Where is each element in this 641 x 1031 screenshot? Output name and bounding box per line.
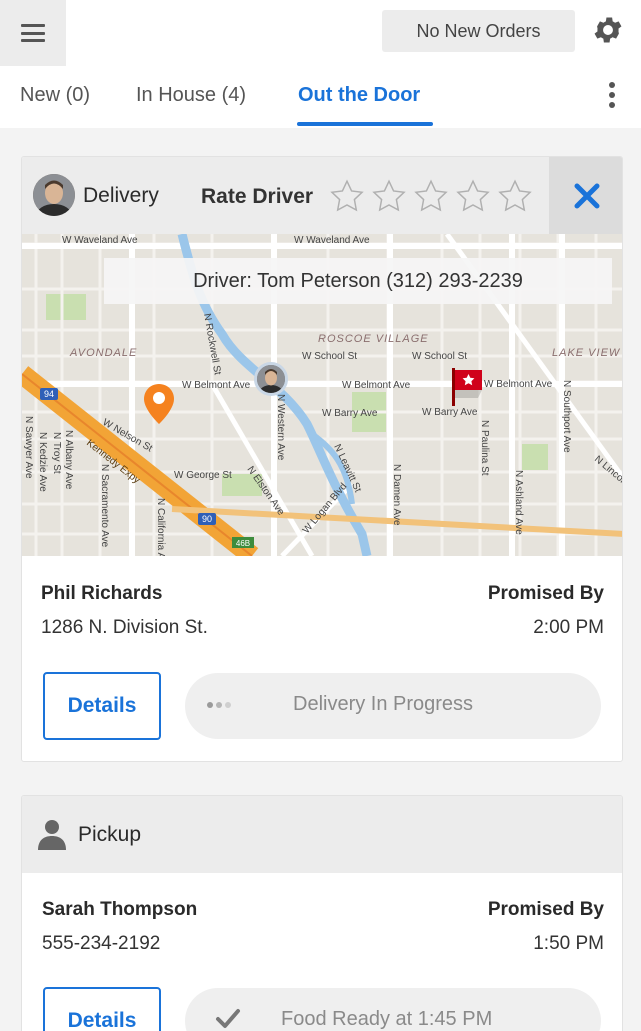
order-tabs: New (0) In House (4) Out the Door (0, 66, 641, 128)
delivery-card-header: Delivery Rate Driver (22, 157, 622, 234)
map-label-southport: N Southport Ave (561, 380, 572, 453)
tab-out-the-door[interactable]: Out the Door (298, 84, 420, 107)
pickup-status-pill: Food Ready at 1:45 PM (185, 988, 601, 1031)
progress-dots-icon (207, 702, 237, 710)
delivery-order-card: Delivery Rate Driver 94 90 46B W Wavelan… (21, 156, 623, 762)
map-label-avondale: AVONDALE (69, 347, 137, 359)
map-label-sawyer: N Sawyer Ave (23, 416, 34, 479)
map-label-waveland-west: W Waveland Ave (62, 235, 138, 246)
close-button[interactable] (549, 157, 622, 234)
map-label-roscoe-village: ROSCOE VILLAGE (318, 333, 429, 345)
restaurant-pin-icon[interactable] (142, 382, 176, 426)
order-type-label: Delivery (83, 184, 159, 207)
map-label-belmont-3: W Belmont Ave (484, 379, 553, 390)
delivery-map[interactable]: 94 90 46B W Waveland Ave W Waveland Ave … (22, 234, 622, 556)
driver-location-marker[interactable] (254, 362, 288, 396)
menu-button[interactable] (0, 0, 66, 66)
gear-icon[interactable] (591, 13, 625, 47)
delivery-status-text: Delivery In Progress (293, 693, 474, 715)
map-label-belmont-2: W Belmont Ave (342, 380, 411, 391)
star-icon[interactable] (452, 177, 494, 215)
pickup-order-card: Pickup Sarah Thompson 555-234-2192 Promi… (21, 795, 623, 1031)
customer-name: Phil Richards (41, 583, 163, 604)
map-label-shield-90: 90 (202, 514, 212, 524)
map-label-paulina: N Paulina St (479, 420, 490, 476)
map-label-albany: N Albany Ave (63, 430, 74, 490)
destination-flag-icon[interactable] (452, 368, 484, 406)
promised-by-label: Promised By (487, 583, 604, 604)
rate-driver-label: Rate Driver (201, 185, 314, 208)
active-tab-indicator (297, 122, 433, 126)
map-label-barry-2: W Barry Ave (422, 407, 478, 418)
map-label-exit-46b: 46B (236, 539, 250, 548)
details-button[interactable]: Details (43, 672, 161, 740)
promised-time: 1:50 PM (533, 933, 604, 954)
driver-contact-banner[interactable]: Driver: Tom Peterson (312) 293-2239 (104, 258, 612, 304)
star-icon[interactable] (410, 177, 452, 215)
map-label-sacramento: N Sacramento Ave (99, 464, 110, 548)
promised-by-label: Promised By (487, 899, 604, 920)
tab-in-house[interactable]: In House (4) (136, 84, 246, 107)
order-type-label: Pickup (78, 823, 142, 846)
close-icon (574, 183, 599, 208)
customer-name: Sarah Thompson (42, 899, 198, 920)
top-bar: No New Orders (0, 0, 641, 66)
map-label-troy: N Troy St (51, 432, 62, 474)
checkmark-icon (216, 1009, 240, 1028)
map-label-lake-view: LAKE VIEW (552, 347, 621, 359)
promised-time: 2:00 PM (533, 617, 604, 638)
map-label-damen: N Damen Ave (391, 464, 402, 526)
map-label-belmont-1: W Belmont Ave (182, 380, 251, 391)
customer-phone: 555-234-2192 (42, 933, 161, 954)
map-label-school-st-1: W School St (302, 351, 357, 362)
delivery-status-pill: Delivery In Progress (185, 673, 601, 739)
map-label-ashland: N Ashland Ave (513, 470, 524, 535)
map-label-george: W George St (174, 470, 232, 481)
driver-rating-stars (326, 177, 536, 215)
pickup-status-text: Food Ready at 1:45 PM (281, 1008, 493, 1030)
star-icon[interactable] (494, 177, 536, 215)
map-label-shield-94: 94 (44, 389, 54, 399)
map-label-kedzie: N Kedzie Ave (37, 432, 48, 492)
customer-address: 1286 N. Division St. (41, 617, 208, 638)
map-label-california: N California Ave (155, 498, 166, 556)
details-button[interactable]: Details (43, 987, 161, 1031)
orders-status-button[interactable]: No New Orders (382, 10, 575, 52)
driver-avatar (33, 174, 75, 216)
tab-new[interactable]: New (0) (20, 84, 90, 107)
map-label-waveland-east: W Waveland Ave (294, 235, 370, 246)
map-label-western: N Western Ave (275, 394, 286, 461)
vertical-ellipsis-icon[interactable] (606, 82, 618, 112)
person-icon (38, 820, 66, 850)
star-icon[interactable] (326, 177, 368, 215)
map-label-school-st-2: W School St (412, 351, 467, 362)
map-label-barry-1: W Barry Ave (322, 408, 378, 419)
hamburger-icon (21, 24, 45, 42)
pickup-card-header: Pickup (22, 796, 622, 873)
star-icon[interactable] (368, 177, 410, 215)
